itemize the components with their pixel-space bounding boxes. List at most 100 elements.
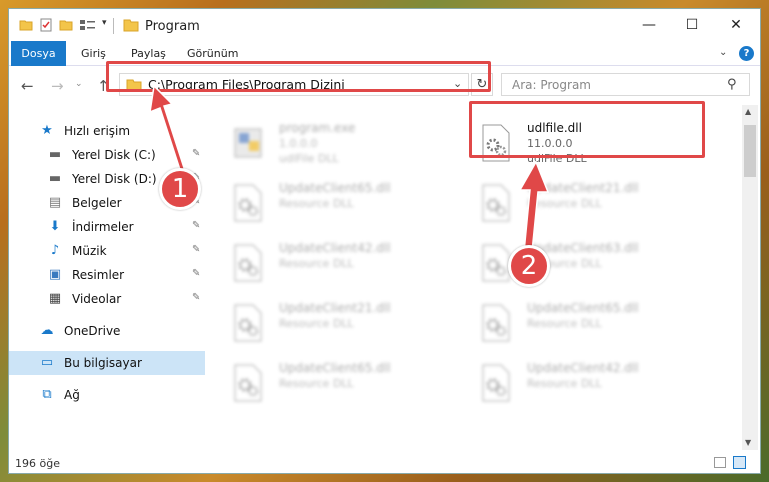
download-icon: ⬇ <box>49 219 61 234</box>
sidebar-item-this-pc[interactable]: ▭ Bu bilgisayar <box>9 351 205 375</box>
sidebar-item-label: Bu bilgisayar <box>64 356 142 370</box>
search-icon[interactable]: ⚲ <box>727 77 737 92</box>
file-tile[interactable]: UpdateClient65.dll Resource DLL <box>457 297 697 355</box>
sidebar-item-quick-access[interactable]: ★ Hızlı erişim <box>9 119 205 143</box>
sidebar-item-label: Ağ <box>64 388 80 402</box>
window-title: Program <box>145 19 200 34</box>
pictures-icon: ▣ <box>48 267 62 282</box>
folder-icon[interactable] <box>19 18 33 32</box>
udlfile-dll-highlight <box>469 101 705 158</box>
navigation-pane: ★ Hızlı erişim ▬ Yerel Disk (C:) ✎ ▬ Yer… <box>9 105 205 450</box>
file-name: UpdateClient65.dll <box>527 301 639 315</box>
file-tile[interactable]: UpdateClient21.dll Resource DLL <box>209 297 449 355</box>
sidebar-item-pictures[interactable]: ▣ Resimler ✎ <box>9 263 205 287</box>
close-button[interactable]: ✕ <box>714 9 758 41</box>
file-name: program.exe <box>279 121 356 135</box>
file-description: Resource DLL <box>279 317 354 330</box>
file-tile[interactable]: UpdateClient63.dll Resource DLL <box>457 237 697 295</box>
step-1-badge: 1 <box>159 168 201 210</box>
sidebar-item-label: Yerel Disk (C:) <box>72 148 156 162</box>
drive-icon: ▬ <box>48 171 62 186</box>
file-tile[interactable]: program.exe 1.0.0.0 udlFile DLL <box>209 117 449 175</box>
maximize-button[interactable]: ☐ <box>670 9 714 41</box>
pin-icon[interactable]: ✎ <box>192 244 200 255</box>
exe-icon <box>231 123 265 163</box>
file-tile[interactable]: UpdateClient42.dll Resource DLL <box>457 357 697 415</box>
file-name: UpdateClient42.dll <box>527 361 639 375</box>
large-icons-view-icon[interactable] <box>733 456 746 469</box>
minimize-button[interactable]: — <box>627 9 671 41</box>
step-2-badge: 2 <box>508 245 550 287</box>
file-tile[interactable]: UpdateClient65.dll Resource DLL <box>209 357 449 415</box>
file-description: Resource DLL <box>279 197 354 210</box>
sidebar-item-label: Resimler <box>72 268 125 282</box>
sidebar-item-label: OneDrive <box>64 324 121 338</box>
sidebar-item-label: İndirmeler <box>72 220 134 234</box>
recent-locations-chevron-icon[interactable]: ⌄ <box>75 79 83 89</box>
sidebar-item-label: Hızlı erişim <box>64 124 131 138</box>
file-description: Resource DLL <box>527 377 602 390</box>
scroll-up-arrow-icon[interactable]: ▲ <box>745 107 751 116</box>
file-tile[interactable]: UpdateClient21.dll Resource DLL <box>457 177 697 235</box>
cloud-icon: ☁ <box>40 323 54 338</box>
file-description: Resource DLL <box>279 377 354 390</box>
sidebar-item-music[interactable]: ♪ Müzik ✎ <box>9 239 205 263</box>
dll-gear-icon <box>231 243 265 283</box>
file-name: UpdateClient21.dll <box>527 181 639 195</box>
sidebar-item-label: Belgeler <box>72 196 122 210</box>
pin-icon[interactable]: ✎ <box>192 148 200 159</box>
sidebar-item-downloads[interactable]: ⬇ İndirmeler ✎ <box>9 215 205 239</box>
new-folder-icon[interactable] <box>59 18 73 32</box>
view-options-icon[interactable] <box>79 18 97 32</box>
sidebar-item-label: Müzik <box>72 244 107 258</box>
status-bar: 196 öğe <box>9 451 760 473</box>
vertical-scrollbar[interactable]: ▲ ▼ <box>742 105 758 450</box>
tab-home[interactable]: Giriş <box>81 41 106 66</box>
file-description: udlFile DLL <box>279 152 339 165</box>
dll-gear-icon <box>231 303 265 343</box>
dll-gear-icon <box>231 183 265 223</box>
sidebar-item-videos[interactable]: ▦ Videolar ✎ <box>9 287 205 311</box>
forward-arrow-icon[interactable]: → <box>51 77 64 95</box>
sidebar-item-label: Videolar <box>72 292 122 306</box>
dll-gear-icon <box>479 303 513 343</box>
scroll-down-arrow-icon[interactable]: ▼ <box>745 438 751 447</box>
properties-icon[interactable] <box>39 18 53 32</box>
search-box[interactable]: Ara: Program ⚲ <box>501 73 750 96</box>
file-description: Resource DLL <box>527 197 602 210</box>
star-icon: ★ <box>41 123 53 138</box>
help-icon[interactable]: ? <box>739 46 754 61</box>
sidebar-item-local-disk-c[interactable]: ▬ Yerel Disk (C:) ✎ <box>9 143 205 167</box>
music-icon: ♪ <box>50 243 60 258</box>
tab-file[interactable]: Dosya <box>11 41 66 66</box>
file-name: UpdateClient65.dll <box>279 181 391 195</box>
item-count: 196 öğe <box>15 457 60 470</box>
expand-ribbon-chevron-icon[interactable]: ⌄ <box>719 47 727 58</box>
file-name: UpdateClient21.dll <box>279 301 391 315</box>
documents-icon: ▤ <box>48 195 62 210</box>
videos-icon: ▦ <box>48 291 62 306</box>
computer-icon: ▭ <box>40 355 54 370</box>
file-tile[interactable]: UpdateClient42.dll Resource DLL <box>209 237 449 295</box>
sidebar-item-onedrive[interactable]: ☁ OneDrive <box>9 319 205 343</box>
file-name: UpdateClient65.dll <box>279 361 391 375</box>
dll-gear-icon <box>479 363 513 403</box>
scroll-thumb[interactable] <box>744 125 756 177</box>
address-bar-highlight <box>106 61 491 92</box>
back-arrow-icon[interactable]: ← <box>21 77 34 95</box>
file-version: 1.0.0.0 <box>279 137 318 150</box>
title-folder-icon <box>123 18 139 35</box>
pin-icon[interactable]: ✎ <box>192 220 200 231</box>
dll-gear-icon <box>479 183 513 223</box>
pin-icon[interactable]: ✎ <box>192 268 200 279</box>
search-placeholder[interactable]: Ara: Program <box>512 78 591 92</box>
file-description: Resource DLL <box>279 257 354 270</box>
sidebar-item-network[interactable]: ⧉ Ağ <box>9 383 205 407</box>
dll-gear-icon <box>231 363 265 403</box>
file-tile[interactable]: UpdateClient65.dll Resource DLL <box>209 177 449 235</box>
details-view-icon[interactable] <box>714 457 726 468</box>
file-name: UpdateClient42.dll <box>279 241 391 255</box>
pin-icon[interactable]: ✎ <box>192 292 200 303</box>
customize-toolbar-chevron-icon[interactable]: ▾ <box>102 18 107 28</box>
title-separator <box>113 18 114 34</box>
